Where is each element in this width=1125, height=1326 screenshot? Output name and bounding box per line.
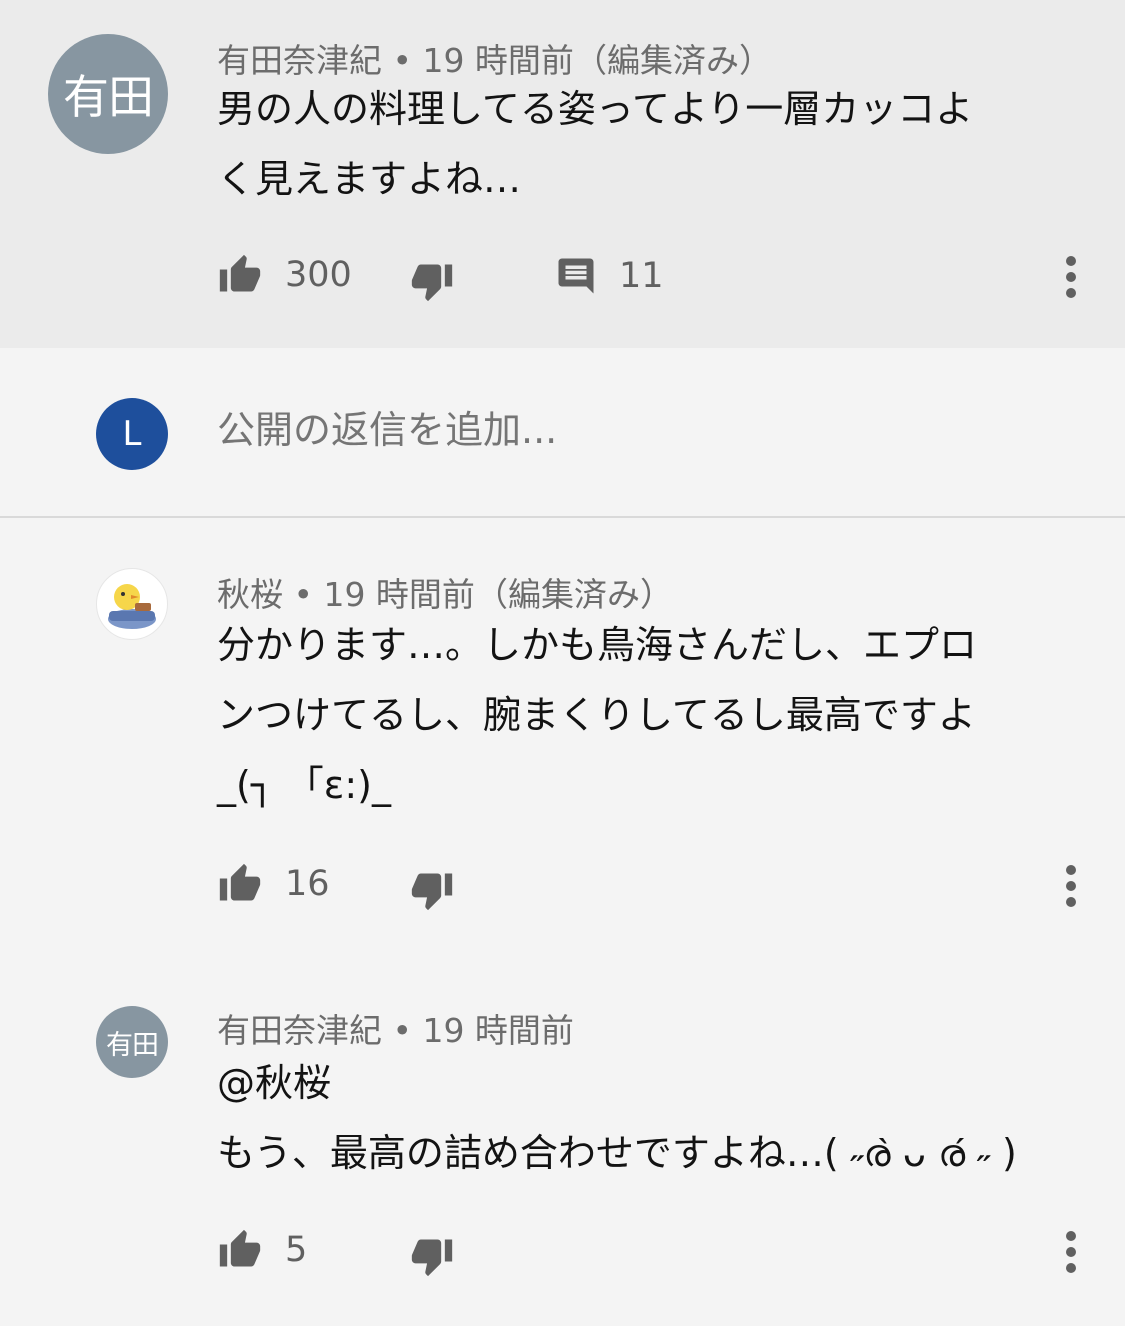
current-user-avatar: L: [96, 398, 168, 470]
comment-meta: 有田奈津紀 • 19 時間前: [217, 1004, 574, 1052]
meta-separator: •: [283, 575, 324, 614]
dislike-button[interactable]: [409, 1234, 455, 1278]
avatar-text: L: [122, 414, 142, 454]
reply-input[interactable]: [217, 408, 1037, 452]
comment-icon: [555, 255, 597, 297]
thumbs-down-icon: [409, 868, 455, 912]
main-comment: 有田 有田奈津紀 • 19 時間前（編集済み） 男の人の料理してる姿ってより一層…: [0, 0, 1125, 348]
thumbs-down-icon: [409, 259, 455, 303]
author-avatar[interactable]: 有田: [96, 1006, 168, 1078]
author-name[interactable]: 有田奈津紀: [217, 1011, 382, 1050]
comment-line: 男の人の料理してる姿ってより一層カッコよ: [217, 87, 974, 131]
like-button[interactable]: 16: [217, 862, 330, 906]
more-options-button[interactable]: [1053, 1230, 1089, 1274]
comment-actions: 300 11: [0, 247, 1125, 307]
thumbs-up-icon: [217, 862, 263, 906]
like-button[interactable]: 300: [217, 253, 352, 297]
author-name[interactable]: 秋桜: [217, 575, 283, 614]
more-vert-icon: [1053, 1230, 1089, 1274]
thumbs-down-icon: [409, 1234, 455, 1278]
author-avatar[interactable]: [96, 568, 168, 640]
thumbs-up-icon: [217, 253, 263, 297]
thumbs-up-icon: [217, 1228, 263, 1272]
more-options-button[interactable]: [1053, 255, 1089, 299]
like-count: 5: [285, 1230, 308, 1270]
comment-text: 男の人の料理してる姿ってより一層カッコよ く見えますよね…: [217, 74, 973, 214]
reply-comment: 秋桜 • 19 時間前（編集済み） 分かります…。しかも鳥海さんだし、エプロ ン…: [0, 520, 1125, 960]
reply-composer: L: [0, 348, 1125, 518]
comment-actions: 5: [0, 1222, 1125, 1282]
comment-line: ンつけてるし、腕まくりしてるし最高ですよ: [217, 693, 976, 737]
like-count: 300: [285, 255, 352, 295]
mention-link[interactable]: @秋桜: [217, 1048, 1017, 1118]
dislike-button[interactable]: [409, 259, 455, 303]
author-avatar[interactable]: 有田: [48, 34, 168, 154]
meta-separator: •: [382, 1011, 423, 1050]
comment-meta: 秋桜 • 19 時間前（編集済み）: [217, 568, 673, 616]
comment-time[interactable]: 19 時間前: [323, 575, 474, 614]
comment-text: 分かります…。しかも鳥海さんだし、エプロ ンつけてるし、腕まくりしてるし最高です…: [217, 610, 977, 820]
dislike-button[interactable]: [409, 868, 455, 912]
like-count: 16: [285, 864, 330, 904]
comment-actions: 16: [0, 856, 1125, 916]
more-options-button[interactable]: [1053, 864, 1089, 908]
chick-avatar-icon: [97, 569, 167, 639]
reply-count-button[interactable]: 11: [555, 255, 664, 297]
comment-time[interactable]: 19 時間前: [422, 1011, 573, 1050]
comment-text: @秋桜 もう、最高の詰め合わせですよね…( ˶ര̀ ᴗ ര́ ˶ ): [217, 1048, 1017, 1188]
avatar-text: 有田: [106, 1029, 159, 1061]
more-vert-icon: [1053, 864, 1089, 908]
comment-line: もう、最高の詰め合わせですよね…( ˶ര̀ ᴗ ര́ ˶ ): [217, 1131, 1017, 1175]
more-vert-icon: [1053, 255, 1089, 299]
reply-count: 11: [619, 256, 664, 296]
comment-line: 分かります…。しかも鳥海さんだし、エプロ: [217, 623, 978, 667]
like-button[interactable]: 5: [217, 1228, 307, 1272]
edited-label: （編集済み）: [474, 575, 673, 614]
avatar-text: 有田: [63, 70, 154, 124]
comment-line: く見えますよね…: [217, 157, 522, 201]
reply-comment: 有田 有田奈津紀 • 19 時間前 @秋桜 もう、最高の詰め合わせですよね…( …: [0, 960, 1125, 1326]
comment-line: _(┐ 「ε:)_: [217, 763, 391, 807]
